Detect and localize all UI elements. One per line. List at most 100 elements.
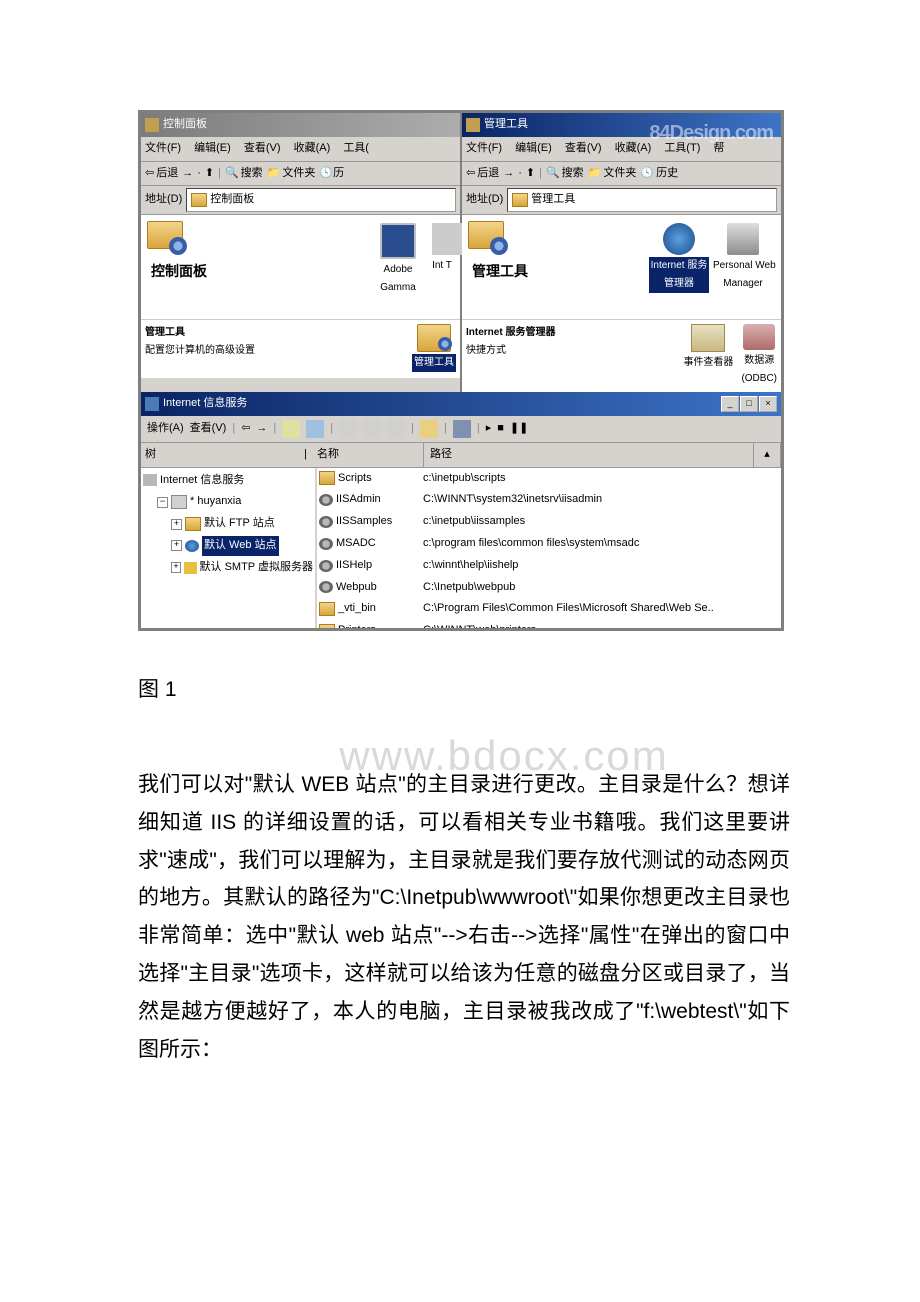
service-icon xyxy=(143,474,157,486)
watermark-logo: 84Design.com xyxy=(649,115,773,151)
fwd-button[interactable]: → xyxy=(182,164,193,184)
pause-icon[interactable]: ❚❚ xyxy=(510,419,528,439)
list-item[interactable]: MSADCc:\program files\common files\syste… xyxy=(317,533,781,555)
up-button[interactable]: ⬆ xyxy=(205,164,214,184)
globe-icon xyxy=(663,223,695,255)
fwd-button[interactable]: → xyxy=(503,164,514,184)
tree-web[interactable]: +默认 Web 站点 xyxy=(143,535,313,557)
play-icon[interactable]: ▸ xyxy=(486,419,492,439)
tool-icon[interactable] xyxy=(339,420,357,438)
help-icon[interactable] xyxy=(420,420,438,438)
window-icon xyxy=(145,118,159,132)
admin-toolbar: ⇦ 后退 → · ⬆ | 🔍搜索 📁文件夹 🕓历史 xyxy=(462,162,781,187)
iis-title-text: Internet 信息服务 xyxy=(163,394,247,414)
cp-address-field[interactable]: 控制面板 xyxy=(186,188,456,212)
nav-fwd-icon[interactable]: → xyxy=(256,419,267,439)
ism-item[interactable]: Internet 服务 管理器 xyxy=(649,223,709,293)
list-item[interactable]: IISHelpc:\winnt\help\iishelp xyxy=(317,555,781,577)
odbc-item[interactable]: 数据源 (ODBC) xyxy=(741,324,777,388)
adobe-gamma-item[interactable]: Adobe Gamma xyxy=(368,223,428,297)
menu-file[interactable]: 文件(F) xyxy=(466,142,502,154)
menu-view[interactable]: 查看(V) xyxy=(244,142,281,154)
tree-ftp[interactable]: +默认 FTP 站点 xyxy=(143,513,313,535)
back-button[interactable]: ⇦ 后退 xyxy=(466,164,499,184)
history-button[interactable]: 🕓历 xyxy=(319,164,344,184)
admin-address-field[interactable]: 管理工具 xyxy=(507,188,777,212)
app-icon xyxy=(319,538,333,550)
cp-titlebar: 控制面板 xyxy=(141,113,460,137)
list-item[interactable]: PrintersC:\WINNT\web\printers xyxy=(317,620,781,627)
ftp-site-icon xyxy=(185,517,201,531)
database-icon xyxy=(743,324,775,350)
scroll-up-icon[interactable]: ▴ xyxy=(754,443,781,467)
collapse-icon[interactable]: − xyxy=(157,497,168,508)
int-item[interactable]: Int T xyxy=(432,223,452,297)
tree-server[interactable]: −* huyanxia xyxy=(143,491,313,513)
back-button[interactable]: ⇦ 后退 xyxy=(145,164,178,184)
figure-caption: 图 1 xyxy=(138,671,790,709)
stop-icon[interactable]: ■ xyxy=(497,419,504,439)
col-name[interactable]: 名称 xyxy=(311,443,424,467)
admin-titlebar: 管理工具 84Design.com xyxy=(462,113,781,137)
list-item[interactable]: IISAdminC:\WINNT\system32\inetsrv\iisadm… xyxy=(317,489,781,511)
search-button[interactable]: 🔍搜索 xyxy=(546,164,584,184)
folders-button[interactable]: 📁文件夹 xyxy=(267,164,316,184)
col-path[interactable]: 路径 xyxy=(424,443,754,467)
menu-fav[interactable]: 收藏(A) xyxy=(294,142,331,154)
tree-pane[interactable]: Internet 信息服务 −* huyanxia +默认 FTP 站点 +默认… xyxy=(141,468,317,628)
expand-icon[interactable]: + xyxy=(171,562,181,573)
folders-button[interactable]: 📁文件夹 xyxy=(588,164,637,184)
folder-icon xyxy=(512,193,528,207)
monitor-icon xyxy=(380,223,416,259)
admin-sub-desc: 快捷方式 xyxy=(466,345,506,356)
close-button[interactable]: × xyxy=(759,396,777,412)
list-item[interactable]: Scriptsc:\inetpub\scripts xyxy=(317,468,781,490)
tool-icon[interactable] xyxy=(306,420,324,438)
computer-icon[interactable] xyxy=(453,420,471,438)
menu-view[interactable]: 查看(V) xyxy=(190,419,227,439)
list-pane[interactable]: Scriptsc:\inetpub\scriptsIISAdminC:\WINN… xyxy=(317,468,781,628)
cp-toolbar: ⇦ 后退 → · ⬆ | 🔍搜索 📁文件夹 🕓历 xyxy=(141,162,460,187)
menu-file[interactable]: 文件(F) xyxy=(145,142,181,154)
expand-icon[interactable]: + xyxy=(171,519,182,530)
tool-icon[interactable] xyxy=(387,420,405,438)
admin-title: 管理工具 xyxy=(484,115,528,135)
iis-body: Internet 信息服务 −* huyanxia +默认 FTP 站点 +默认… xyxy=(141,468,781,628)
body-paragraph: 我们可以对"默认 WEB 站点"的主目录进行更改。主目录是什么？想详细知道 II… xyxy=(138,766,790,1068)
minimize-button[interactable]: _ xyxy=(721,396,739,412)
admin-tools-icon xyxy=(417,324,451,352)
menu-edit[interactable]: 编辑(E) xyxy=(515,142,552,154)
app-icon xyxy=(319,516,333,528)
expand-icon[interactable]: + xyxy=(171,540,182,551)
up-button[interactable]: ⬆ xyxy=(526,164,535,184)
tree-header[interactable]: 树 | xyxy=(141,443,311,468)
tree-root[interactable]: Internet 信息服务 xyxy=(143,470,313,492)
list-item[interactable]: IISSamplesc:\inetpub\iissamples xyxy=(317,511,781,533)
tool-icon[interactable] xyxy=(282,420,300,438)
cp-sub-title: 管理工具 xyxy=(145,324,255,342)
event-viewer-item[interactable]: 事件查看器 xyxy=(683,324,733,388)
menu-action[interactable]: 操作(A) xyxy=(147,419,184,439)
menu-fav[interactable]: 收藏(A) xyxy=(615,142,652,154)
tool-icon[interactable] xyxy=(363,420,381,438)
pwm-item[interactable]: Personal Web Manager xyxy=(713,223,773,293)
maximize-button[interactable]: □ xyxy=(740,396,758,412)
admin-tools-shortcut[interactable]: 管理工具 xyxy=(412,324,456,372)
nav-back-icon[interactable]: ⇦ xyxy=(241,419,250,439)
folder-icon xyxy=(191,193,207,207)
menu-tools[interactable]: 工具( xyxy=(343,142,369,154)
list-item[interactable]: WebpubC:\Inetpub\webpub xyxy=(317,577,781,599)
list-item[interactable]: _vti_binC:\Program Files\Common Files\Mi… xyxy=(317,598,781,620)
cp-menubar[interactable]: 文件(F) 编辑(E) 查看(V) 收藏(A) 工具( xyxy=(141,137,460,162)
history-button[interactable]: 🕓历史 xyxy=(640,164,678,184)
addr-label: 地址(D) xyxy=(145,190,182,210)
web-site-icon xyxy=(185,540,199,552)
menu-view[interactable]: 查看(V) xyxy=(565,142,602,154)
menu-edit[interactable]: 编辑(E) xyxy=(194,142,231,154)
folder-icon xyxy=(319,471,335,485)
admin-sub-title: Internet 服务管理器 xyxy=(466,324,555,342)
tree-smtp[interactable]: +默认 SMTP 虚拟服务器 xyxy=(143,557,313,579)
search-button[interactable]: 🔍搜索 xyxy=(225,164,263,184)
server-icon xyxy=(727,223,759,255)
admin-sub-area: Internet 服务管理器 快捷方式 事件查看器 数据源 (ODBC) xyxy=(462,319,781,392)
